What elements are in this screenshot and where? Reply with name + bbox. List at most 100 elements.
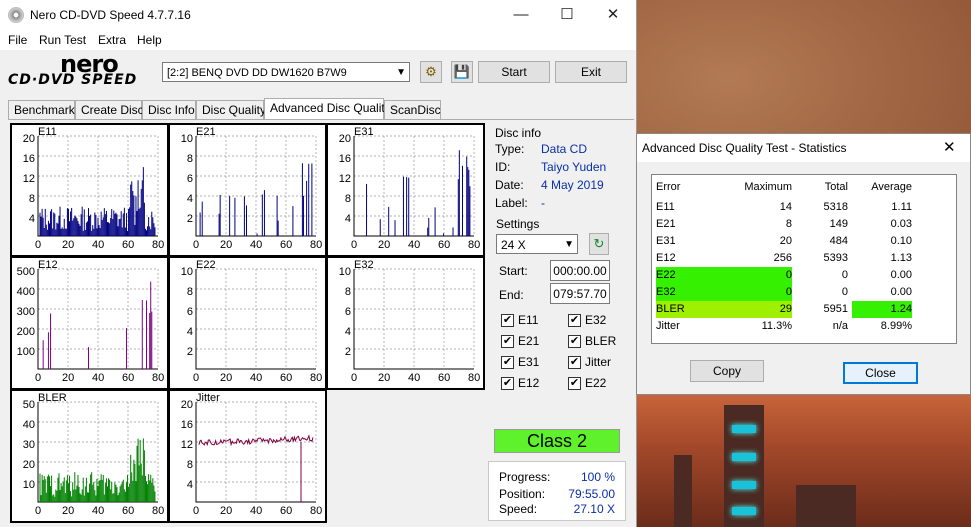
menu-help[interactable]: Help: [137, 33, 162, 47]
x-tick-label: 60: [438, 239, 451, 251]
y-tick-label: 400: [16, 286, 35, 298]
tab-scandisc[interactable]: ScanDisc: [384, 100, 441, 119]
stats-cell-error: E31: [656, 235, 676, 247]
progress-label: Progress:: [499, 470, 551, 484]
x-tick-label: 80: [310, 372, 323, 384]
checkbox-e32[interactable]: ✔: [568, 314, 581, 327]
type-label: Type:: [495, 142, 525, 156]
window-title: Nero CD-DVD Speed 4.7.7.16: [30, 8, 191, 22]
dialog-close-icon[interactable]: ✕: [943, 138, 956, 156]
y-tick-label: 200: [16, 326, 35, 338]
drive-info-button[interactable]: ⚙: [420, 61, 442, 83]
menu-run-test[interactable]: Run Test: [39, 33, 86, 47]
start-button[interactable]: Start: [478, 61, 550, 83]
y-tick-label: 10: [22, 479, 35, 491]
scene-light: [732, 507, 756, 515]
graph-panel-jitter: Jitter 20 16 12 8 4 0 20 40 60 80: [168, 389, 327, 523]
x-tick-label: 0: [35, 239, 42, 251]
x-tick-label: 80: [152, 372, 165, 384]
menu-extra[interactable]: Extra: [98, 33, 126, 47]
x-tick-label: 80: [468, 239, 481, 251]
stats-cell-error: E11: [656, 201, 675, 213]
graph-plot: [195, 401, 317, 503]
tab-disc-quality[interactable]: Disc Quality: [196, 100, 266, 119]
refresh-button[interactable]: ↻: [589, 233, 609, 255]
exit-button[interactable]: Exit: [555, 61, 627, 83]
type-value: Data CD: [541, 142, 588, 156]
close-button[interactable]: ✕: [590, 0, 636, 30]
x-tick-label: 20: [62, 239, 75, 251]
y-tick-label: 6: [186, 306, 193, 318]
dialog-title: Advanced Disc Quality Test - Statistics: [642, 141, 847, 155]
checkbox-e31[interactable]: ✔: [501, 356, 514, 369]
tab-disc-info[interactable]: Disc Info: [142, 100, 196, 119]
y-tick-label: 6: [344, 306, 351, 318]
stats-cell-average: 1.24: [852, 301, 912, 318]
stats-header: Total: [824, 181, 848, 193]
x-tick-label: 0: [351, 239, 358, 251]
stats-cell-maximum: 0: [736, 267, 792, 284]
graph-plot: [353, 268, 475, 370]
settings-heading: Settings: [496, 217, 540, 231]
dialog-close-button[interactable]: Close: [843, 362, 918, 384]
y-tick-label: 10: [180, 133, 193, 145]
stats-cell-error: Jitter: [656, 320, 680, 332]
y-tick-label: 4: [186, 326, 193, 338]
y-tick-label: 8: [186, 459, 193, 471]
stats-cell-error: E32: [656, 284, 736, 301]
settings-group: Settings 24 X ▼ ↻ Start: 000:00.00 End: …: [488, 216, 626, 416]
dialog-title-bar: Advanced Disc Quality Test - Statistics …: [637, 134, 970, 162]
y-tick-label: 500: [16, 266, 35, 278]
graph-panel-e32: E32 10 8 6 4 2 0 20 40 60 80: [326, 256, 485, 390]
tab-benchmark[interactable]: Benchmark: [8, 100, 75, 119]
scene-light: [732, 425, 756, 433]
speed-label: Speed:: [499, 502, 538, 516]
x-tick-label: 80: [310, 505, 323, 517]
stats-cell-total: n/a: [832, 320, 848, 332]
minimize-button[interactable]: —: [498, 0, 544, 30]
date-value: 4 May 2019: [541, 178, 604, 192]
drive-select[interactable]: [2:2] BENQ DVD DD DW1620 B7W9 ▼: [162, 62, 410, 82]
tab-create-disc[interactable]: Create Disc: [75, 100, 144, 119]
stats-cell-total: 0: [841, 269, 848, 281]
y-tick-label: 100: [16, 346, 35, 358]
scene-tower: [674, 455, 692, 527]
stats-cell-maximum: 11.3%: [761, 320, 792, 332]
checkbox-jitter[interactable]: ✔: [568, 356, 581, 369]
desktop-scene: [636, 395, 971, 527]
x-tick-label: 20: [378, 372, 391, 384]
date-label: Date:: [495, 178, 524, 192]
y-tick-label: 8: [344, 286, 351, 298]
maximize-button[interactable]: ☐: [544, 0, 590, 30]
stats-cell-total: 5318: [823, 201, 848, 213]
checkbox-e22[interactable]: ✔: [568, 377, 581, 390]
checkbox-e12[interactable]: ✔: [501, 377, 514, 390]
checkbox-e11[interactable]: ✔: [501, 314, 514, 327]
stats-cell-average: 1.11: [891, 201, 912, 213]
start-input[interactable]: 000:00.00: [550, 260, 610, 281]
id-value: Taiyo Yuden: [541, 160, 607, 174]
y-tick-label: 4: [344, 213, 351, 225]
copy-button[interactable]: Copy: [690, 360, 764, 382]
stats-cell-average: 0.10: [890, 235, 912, 247]
menu-file[interactable]: File: [8, 33, 27, 47]
stats-cell-error: E21: [656, 218, 676, 230]
graph-plot: [37, 268, 159, 370]
y-tick-label: 8: [186, 286, 193, 298]
checkbox-label: BLER: [585, 334, 617, 348]
save-button[interactable]: 💾: [451, 61, 473, 83]
progress-value: 100 %: [580, 470, 615, 484]
tab-advanced-disc-quality[interactable]: Advanced Disc Quality: [264, 98, 391, 120]
graph-plot: [37, 401, 159, 503]
graph-panel-e11: E11 20 16 12 8 4 0 20 40 60 80: [10, 123, 169, 257]
checkbox-e21[interactable]: ✔: [501, 335, 514, 348]
y-tick-label: 10: [338, 266, 351, 278]
chevron-down-icon: ▼: [564, 239, 574, 250]
y-tick-label: 20: [338, 133, 351, 145]
stats-cell-total: 484: [829, 235, 848, 247]
checkbox-bler[interactable]: ✔: [568, 335, 581, 348]
x-tick-label: 60: [280, 372, 293, 384]
checkbox-label: E11: [518, 313, 539, 327]
speed-select[interactable]: 24 X ▼: [496, 234, 578, 254]
end-input[interactable]: 079:57.70: [550, 283, 610, 304]
